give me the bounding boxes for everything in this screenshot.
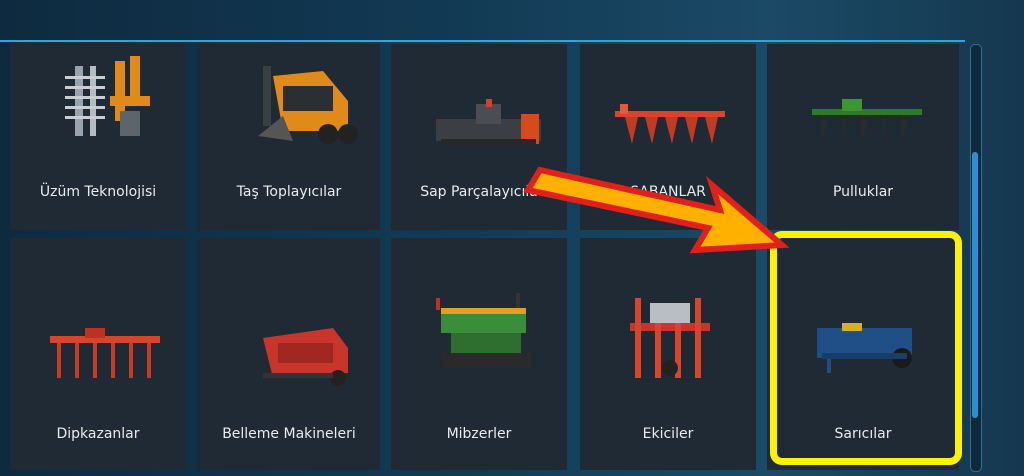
- category-label: Sap Parçalayıcıla: [420, 184, 538, 200]
- category-label: Mibzerler: [446, 426, 512, 442]
- spader-icon: [263, 328, 348, 386]
- planter-icon: [630, 298, 710, 378]
- category-tile-mibzerler[interactable]: Mibzerler: [391, 238, 567, 470]
- category-label: Sarıcılar: [834, 426, 892, 442]
- category-tile-uzum-teknolojisi[interactable]: Üzüm Teknolojisi: [10, 44, 186, 230]
- stone-picker-icon: [258, 66, 358, 144]
- roller-icon: [817, 323, 912, 373]
- category-label: SABANLAR: [630, 184, 706, 200]
- category-tile-sabanlar[interactable]: SABANLAR: [580, 44, 756, 230]
- category-label: Ekiciler: [642, 426, 694, 442]
- category-tile-sap-parcalayicilar[interactable]: Sap Parçalayıcıla: [391, 44, 567, 230]
- grape-harvester-icon: [65, 56, 150, 136]
- category-tile-dipkazanlar[interactable]: Dipkazanlar: [10, 238, 186, 470]
- category-tile-belleme-makineleri[interactable]: Belleme Makineleri: [198, 238, 380, 470]
- category-tile-ekiciler[interactable]: Ekiciler: [580, 238, 756, 470]
- category-label: Dipkazanlar: [56, 426, 140, 442]
- cultivator-icon: [812, 99, 922, 135]
- category-tile-tas-toplayicilar[interactable]: Taş Toplayıcılar: [198, 44, 380, 230]
- category-tile-saricilar[interactable]: Sarıcılar: [767, 238, 959, 470]
- category-label: Üzüm Teknolojisi: [39, 184, 157, 200]
- plow-icon: [615, 104, 725, 144]
- category-label: Belleme Makineleri: [222, 426, 356, 442]
- scrollbar-thumb[interactable]: [972, 152, 978, 418]
- category-tile-pulluklar[interactable]: Pulluklar: [767, 44, 959, 230]
- category-label: Pulluklar: [832, 184, 894, 200]
- category-label: Taş Toplayıcılar: [236, 184, 342, 200]
- mulcher-icon: [436, 99, 541, 145]
- subsoiler-icon: [50, 328, 160, 378]
- header-divider: [0, 40, 965, 42]
- seed-drill-icon: [436, 293, 531, 368]
